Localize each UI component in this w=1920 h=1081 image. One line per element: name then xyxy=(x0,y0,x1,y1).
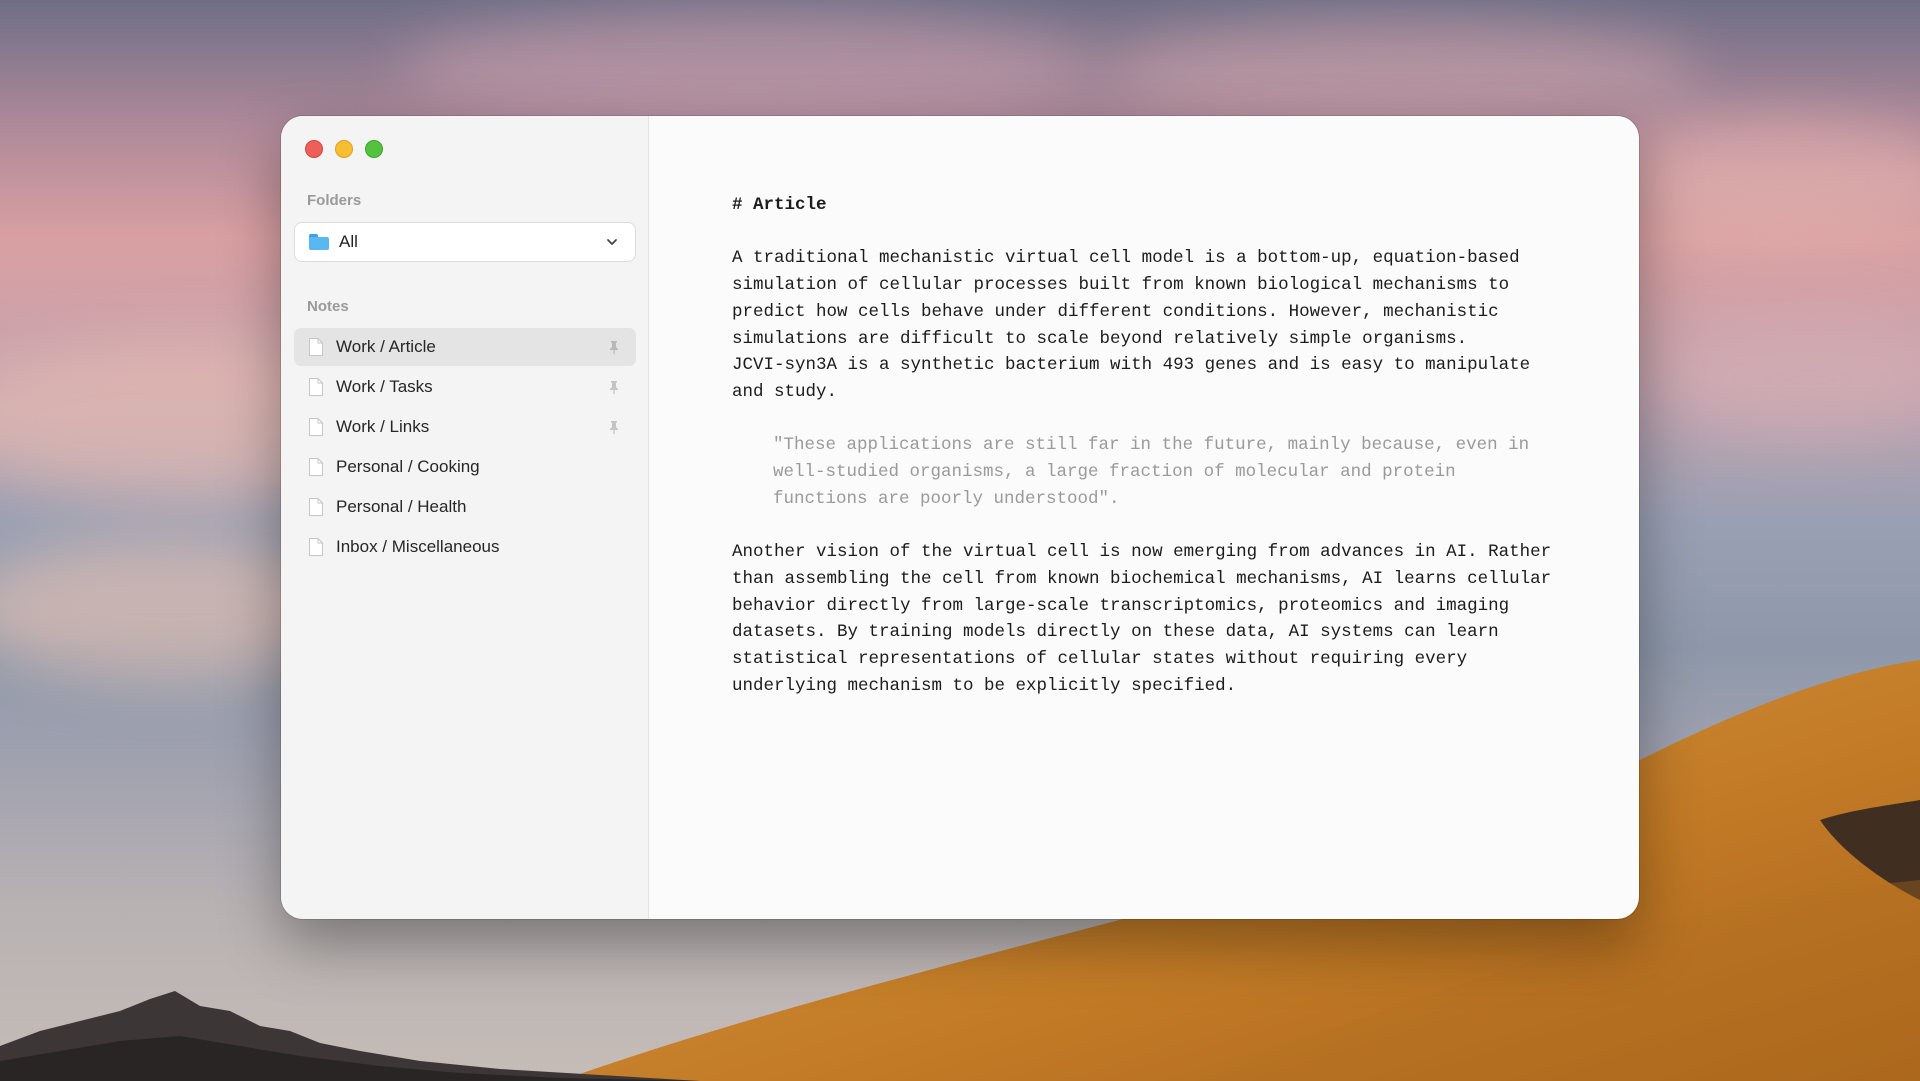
pin-icon[interactable] xyxy=(606,339,622,355)
folder-select-value: All xyxy=(339,232,358,251)
note-label: Personal / Cooking xyxy=(336,457,480,476)
notes-list: Work / Article Work / Tasks Work / Links… xyxy=(294,328,636,568)
maximize-window-button[interactable] xyxy=(365,140,383,158)
notes-window: Folders All Notes Work / Article Work / … xyxy=(281,116,1639,919)
folder-icon xyxy=(309,234,329,250)
close-window-button[interactable] xyxy=(305,140,323,158)
document-icon xyxy=(309,418,323,436)
window-controls xyxy=(305,140,383,158)
minimize-window-button[interactable] xyxy=(335,140,353,158)
note-label: Work / Tasks xyxy=(336,377,433,396)
note-item-personal-health[interactable]: Personal / Health xyxy=(294,488,636,526)
document-icon xyxy=(309,378,323,396)
pin-icon[interactable] xyxy=(606,419,622,435)
note-item-work-tasks[interactable]: Work / Tasks xyxy=(294,368,636,406)
note-label: Personal / Health xyxy=(336,497,467,516)
document-icon xyxy=(309,458,323,476)
note-label: Work / Article xyxy=(336,337,436,356)
note-paragraph: Another vision of the virtual cell is no… xyxy=(732,542,1552,696)
desktop-wallpaper: Folders All Notes Work / Article Work / … xyxy=(0,0,1920,1081)
folder-select[interactable]: All xyxy=(294,222,636,262)
wallpaper-cloud xyxy=(1660,320,1920,440)
document-icon xyxy=(309,498,323,516)
note-paragraph: A traditional mechanistic virtual cell m… xyxy=(732,248,1531,402)
chevron-down-icon xyxy=(607,239,617,245)
note-heading: # Article xyxy=(732,195,827,215)
note-editor[interactable]: # Article A traditional mechanistic virt… xyxy=(649,116,1639,919)
note-label: Work / Links xyxy=(336,417,430,436)
editor-content[interactable]: # Article A traditional mechanistic virt… xyxy=(732,192,1572,726)
note-label: Inbox / Miscellaneous xyxy=(336,537,500,556)
note-item-work-article[interactable]: Work / Article xyxy=(294,328,636,366)
wallpaper-cloud xyxy=(1600,120,1920,240)
wallpaper-cloud xyxy=(400,10,1100,130)
note-item-inbox-miscellaneous[interactable]: Inbox / Miscellaneous xyxy=(294,528,636,566)
notes-label: Notes xyxy=(307,298,349,315)
note-blockquote: "These applications are still far in the… xyxy=(773,435,1530,509)
document-icon xyxy=(309,538,323,556)
wallpaper-cloud xyxy=(1100,20,1700,130)
sidebar: Folders All Notes Work / Article Work / … xyxy=(281,116,649,919)
note-item-work-links[interactable]: Work / Links xyxy=(294,408,636,446)
pin-icon[interactable] xyxy=(606,379,622,395)
note-item-personal-cooking[interactable]: Personal / Cooking xyxy=(294,448,636,486)
mountain-range xyxy=(0,991,700,1081)
folders-label: Folders xyxy=(307,192,362,209)
document-icon xyxy=(309,338,323,356)
